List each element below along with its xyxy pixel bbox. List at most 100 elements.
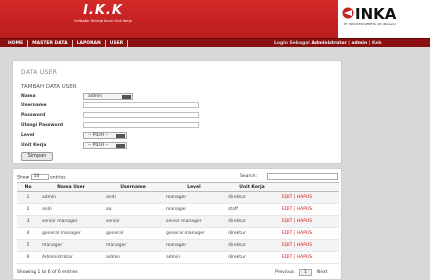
col-username[interactable]: Username: [103, 182, 163, 192]
login-admin-link[interactable]: admin: [351, 41, 367, 46]
next-button[interactable]: Next: [317, 270, 327, 275]
table-row: 3 senior manager senior senior manager d…: [17, 215, 339, 228]
entries-length: Show 10 entries: [17, 174, 66, 181]
cell-no: 1: [17, 191, 39, 204]
cell-username: general: [103, 227, 163, 240]
main-menu: HOME MASTER DATA LAPORAN USER: [4, 40, 129, 47]
cell-unit: direktur: [225, 215, 279, 228]
section-title: TAMBAH DATA USER: [21, 84, 77, 90]
brand: I.K.K Indikator Kinerja Kunci Unit Kerja: [48, 3, 158, 23]
login-prefix: Login Sebagai: [274, 40, 310, 46]
login-suffix[interactable]: | Keb: [369, 41, 382, 46]
table-row: 6 Administrator admin admin direktur EDI…: [17, 251, 339, 264]
cell-username: admin: [103, 251, 163, 264]
edit-hapus-link[interactable]: EDIT | HAPUS: [279, 227, 339, 240]
nama-label: Nama: [21, 94, 36, 99]
unit-kerja-label: Unit Kerja: [21, 143, 47, 148]
company-logo: INKA PT. INDUSTRI KERETA API (Persero): [338, 0, 430, 38]
login-info: Login Sebagai Administrator | admin | Ke…: [274, 41, 382, 46]
nama-value: admin: [88, 94, 103, 99]
col-action: [279, 182, 339, 192]
cell-nama: andi: [39, 203, 103, 216]
table-row: 2 andi aa manager staff EDIT | HAPUS: [17, 203, 339, 216]
cell-nama: senior manager: [39, 215, 103, 228]
col-no[interactable]: No: [17, 182, 39, 192]
nama-select[interactable]: admin: [83, 93, 133, 100]
brand-subtitle: Indikator Kinerja Kunci Unit Kerja: [74, 19, 132, 23]
users-table: No Nama User Username Level Unit Kerja 1…: [17, 182, 339, 264]
col-level[interactable]: Level: [163, 182, 225, 192]
inka-logo-icon: [342, 7, 354, 19]
table-panel: Show 10 entries Search: No Nama User Use…: [12, 168, 342, 280]
search-label: Search:: [240, 174, 257, 179]
cell-username: aa: [103, 203, 163, 216]
username-label: Username: [21, 103, 47, 108]
cell-username: manager: [103, 239, 163, 252]
page-title: DATA USER: [21, 69, 58, 76]
nav-laporan[interactable]: LAPORAN: [73, 40, 106, 47]
edit-hapus-link[interactable]: EDIT | HAPUS: [279, 203, 339, 216]
level-label: Level: [21, 133, 35, 138]
edit-hapus-link[interactable]: EDIT | HAPUS: [279, 251, 339, 264]
unit-kerja-value: -- PILIH --: [88, 143, 109, 148]
cell-unit: direktur: [225, 227, 279, 240]
search-input[interactable]: [267, 173, 338, 180]
cell-no: 3: [17, 215, 39, 228]
ulangi-password-input[interactable]: [83, 122, 199, 128]
chevron-down-icon: [116, 144, 125, 148]
cell-nama: manager: [39, 239, 103, 252]
pagination: Previous 1 Next: [275, 269, 327, 276]
nav-master-data[interactable]: MASTER DATA: [28, 40, 73, 47]
cell-username: senior: [103, 215, 163, 228]
edit-hapus-link[interactable]: EDIT | HAPUS: [279, 191, 339, 204]
chevron-down-icon: [122, 95, 131, 99]
show-prefix: Show: [17, 175, 30, 181]
cell-no: 6: [17, 251, 39, 264]
cell-level: manager: [163, 203, 225, 216]
page-1-button[interactable]: 1: [299, 269, 312, 276]
cell-level: general manager: [163, 227, 225, 240]
chevron-down-icon: [116, 134, 125, 138]
cell-nama: general manager: [39, 227, 103, 240]
cell-unit: direktur: [225, 239, 279, 252]
form-panel: DATA USER TAMBAH DATA USER Nama admin Us…: [12, 60, 342, 164]
company-subtitle: PT. INDUSTRI KERETA API (Persero): [344, 22, 397, 26]
table-info: Showing 1 to 6 of 6 entries: [17, 270, 78, 275]
col-nama-user[interactable]: Nama User: [39, 182, 103, 192]
unit-kerja-select[interactable]: -- PILIH --: [83, 142, 127, 149]
cell-username: andi: [103, 191, 163, 204]
table-search: Search:: [240, 173, 338, 180]
table-row: 1 admin andi manager direktur EDIT | HAP…: [17, 191, 339, 204]
username-input[interactable]: [83, 102, 199, 108]
table-row: 4 general manager general general manage…: [17, 227, 339, 240]
cell-level: admin: [163, 251, 225, 264]
cell-no: 5: [17, 239, 39, 252]
cell-unit: staff: [225, 203, 279, 216]
nav-home[interactable]: HOME: [4, 40, 29, 47]
company-name: INKA: [355, 5, 397, 23]
cell-unit: direktur: [225, 251, 279, 264]
table-row: 5 manager manager manager direktur EDIT …: [17, 239, 339, 252]
level-select[interactable]: -- PILIH --: [83, 132, 127, 139]
login-separator: |: [348, 40, 350, 46]
cell-no: 2: [17, 203, 39, 216]
entries-value: 10: [33, 174, 40, 179]
cell-unit: direktur: [225, 191, 279, 204]
entries-select[interactable]: 10: [30, 174, 49, 180]
col-unit-kerja[interactable]: Unit Kerja: [225, 182, 279, 192]
edit-hapus-link[interactable]: EDIT | HAPUS: [279, 239, 339, 252]
navbar: HOME MASTER DATA LAPORAN USER Login Seba…: [0, 38, 430, 47]
level-value: -- PILIH --: [88, 133, 109, 138]
brand-title: I.K.K: [83, 3, 123, 18]
cell-nama: admin: [39, 191, 103, 204]
save-button[interactable]: Simpan: [21, 152, 53, 161]
nav-user[interactable]: USER: [106, 40, 129, 47]
table-header-row: No Nama User Username Level Unit Kerja: [17, 182, 339, 192]
cell-no: 4: [17, 227, 39, 240]
previous-button[interactable]: Previous: [275, 270, 294, 275]
edit-hapus-link[interactable]: EDIT | HAPUS: [279, 215, 339, 228]
cell-level: manager: [163, 191, 225, 204]
password-input[interactable]: [83, 112, 199, 118]
show-suffix: entries: [50, 175, 66, 181]
password-label: Password: [21, 113, 46, 118]
